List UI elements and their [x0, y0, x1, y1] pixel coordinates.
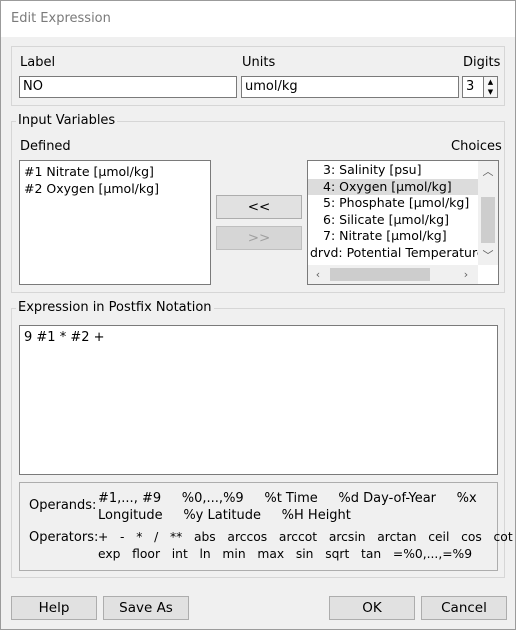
help-button[interactable]: Help: [11, 596, 97, 620]
list-item[interactable]: #1 Nitrate [µmol/kg]: [20, 164, 210, 181]
label-input[interactable]: NO: [19, 76, 237, 98]
operands-caption: Operands:: [29, 498, 97, 513]
chevron-down-icon[interactable]: ﹀: [478, 247, 498, 263]
expression-title: Expression in Postfix Notation: [16, 300, 214, 315]
list-item[interactable]: 7: Nitrate [µmol/kg]: [308, 228, 478, 245]
window-title: Edit Expression: [11, 11, 111, 26]
operators-line-1: + - * / ** abs arccos arccot arcsin arct…: [98, 530, 513, 544]
operands-line-2: Longitude %y Latitude %H Height: [98, 508, 351, 523]
list-item[interactable]: 5: Phosphate [µmol/kg]: [308, 195, 478, 212]
expression-input[interactable]: 9 #1 * #2 +: [19, 325, 498, 475]
units-input[interactable]: umol/kg: [241, 76, 459, 98]
operands-line-1: #1,..., #9 %0,...,%9 %t Time %d Day-of-Y…: [98, 491, 477, 506]
spin-down-icon[interactable]: ▼: [484, 87, 497, 97]
list-item[interactable]: #2 Oxygen [µmol/kg]: [20, 181, 210, 198]
units-caption: Units: [242, 55, 276, 70]
edit-expression-dialog: Edit Expression Label NO Units umol/kg D…: [0, 0, 516, 630]
ok-button[interactable]: OK: [329, 596, 415, 620]
add-variable-button[interactable]: <<: [216, 195, 302, 219]
list-item[interactable]: 3: Salinity [psu]: [308, 162, 478, 179]
list-item-selected[interactable]: 4: Oxygen [µmol/kg]: [308, 178, 478, 195]
label-caption: Label: [20, 55, 56, 70]
list-item[interactable]: drvd: Potential Temperature €: [308, 245, 496, 262]
choices-vertical-scrollbar[interactable]: ︿ ﹀: [478, 161, 498, 265]
choices-list[interactable]: 3: Salinity [psu] 4: Oxygen [µmol/kg] 5:…: [307, 160, 499, 285]
operators-line-2: exp floor int ln min max sin sqrt tan =%…: [98, 547, 473, 561]
digits-caption: Digits: [463, 55, 501, 70]
choices-horizontal-scrollbar[interactable]: ‹ ›: [308, 265, 478, 284]
chevron-left-icon[interactable]: ‹: [310, 266, 326, 283]
digits-input[interactable]: 3: [462, 76, 484, 98]
digits-spinner[interactable]: ▲ ▼: [484, 76, 498, 98]
chevron-right-icon[interactable]: ›: [458, 266, 474, 283]
input-variables-title: Input Variables: [16, 113, 118, 128]
cancel-button[interactable]: Cancel: [421, 596, 507, 620]
title-bar: Edit Expression: [1, 1, 515, 37]
chevron-up-icon[interactable]: ︿: [478, 163, 498, 179]
horizontal-scroll-thumb[interactable]: [330, 268, 430, 281]
save-as-button[interactable]: Save As: [103, 596, 189, 620]
remove-variable-button[interactable]: >>: [216, 226, 302, 250]
defined-caption: Defined: [20, 139, 71, 154]
operators-caption: Operators:: [29, 530, 99, 545]
spin-up-icon[interactable]: ▲: [484, 77, 497, 87]
list-item[interactable]: 6: Silicate [µmol/kg]: [308, 212, 478, 229]
vertical-scroll-thumb[interactable]: [481, 197, 495, 243]
choices-caption: Choices: [451, 139, 502, 154]
defined-list[interactable]: #1 Nitrate [µmol/kg] #2 Oxygen [µmol/kg]: [19, 160, 211, 285]
